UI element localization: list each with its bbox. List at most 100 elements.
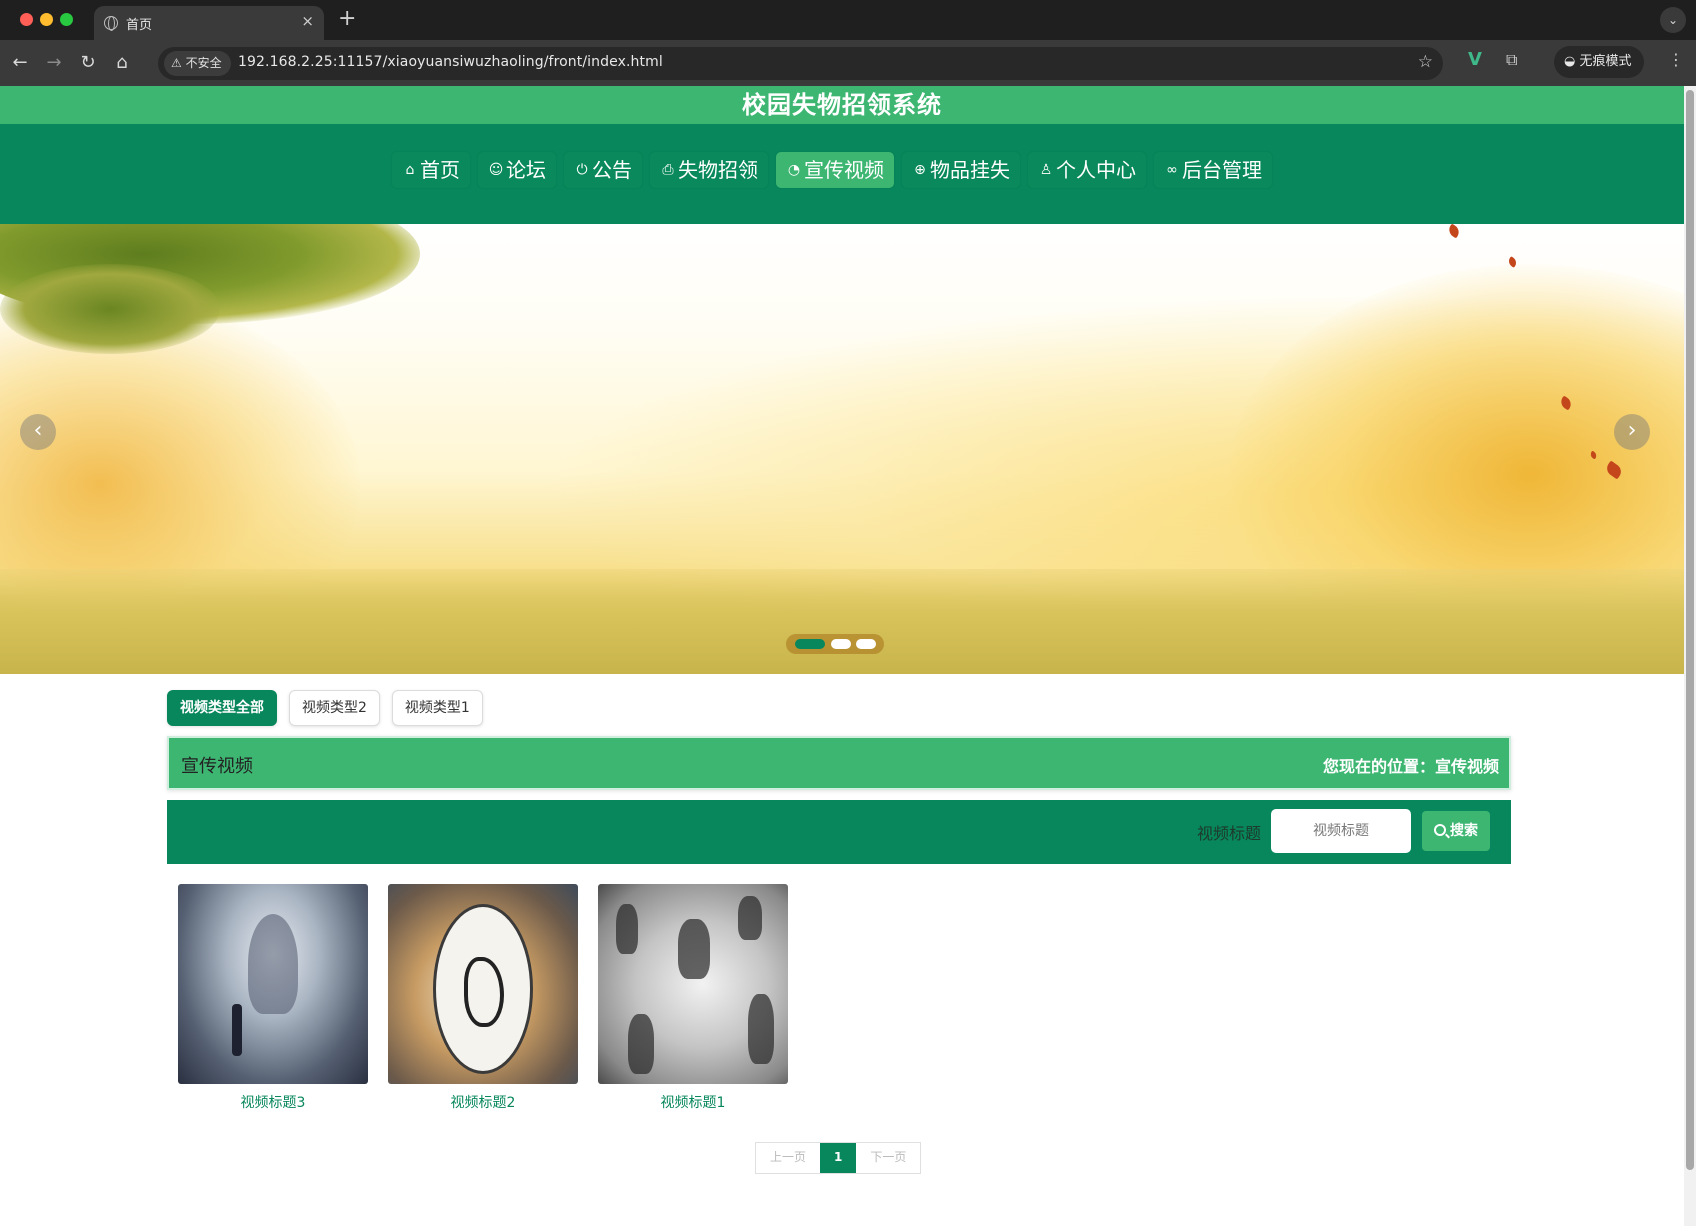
- video-title[interactable]: 视频标题2: [388, 1092, 578, 1112]
- nav-item-home[interactable]: ⌂ 首页: [392, 152, 470, 188]
- window-maximize-button[interactable]: [60, 13, 73, 26]
- link-icon: ∞: [1166, 162, 1178, 178]
- site-header: 校园失物招领系统: [0, 86, 1684, 124]
- nav-item-label: 后台管理: [1182, 158, 1262, 182]
- nav-item-label: 论坛: [506, 158, 546, 182]
- carousel-prev-arrow-icon[interactable]: ‹: [20, 414, 56, 450]
- carousel-indicators: [786, 634, 884, 654]
- video-thumbnail[interactable]: [178, 884, 368, 1084]
- browser-toolbar: ← → ↻ ⌂ ⚠ 不安全 192.168.2.25:11157/xiaoyua…: [0, 40, 1696, 86]
- nav-item-label: 个人中心: [1056, 158, 1136, 182]
- prev-page-button[interactable]: 上一页: [756, 1143, 821, 1173]
- hand-silhouette: [616, 904, 638, 954]
- video-list: 视频标题3 视频标题2 视频标题1: [178, 884, 788, 1112]
- hero-carousel[interactable]: ‹ ›: [0, 224, 1684, 674]
- video-thumbnail[interactable]: [388, 884, 578, 1084]
- nav-item-report-loss[interactable]: ⊕ 物品挂失: [902, 152, 1020, 188]
- video-card[interactable]: 视频标题1: [598, 884, 788, 1112]
- gauge-icon: ◔: [787, 162, 801, 178]
- nav-item-admin[interactable]: ∞ 后台管理: [1154, 152, 1272, 188]
- category-filter: 视频类型全部 视频类型2 视频类型1: [167, 690, 483, 726]
- nav-item-lost-found[interactable]: ⎙ 失物招领: [650, 152, 768, 188]
- hand-silhouette: [678, 919, 710, 979]
- pagination: 上一页 1 下一页: [755, 1142, 922, 1174]
- hand-silhouette: [628, 1014, 654, 1074]
- tab-search-chevron-icon[interactable]: ⌄: [1660, 7, 1686, 33]
- main-nav: ⌂ 首页 ☺ 论坛 ⏻ 公告 ⎙ 失物招领 ◔ 宣传视频 ⊕ 物品挂失 ♙ 个人中心 ∞ 后台管…: [0, 124, 1684, 224]
- ghost-figure: [248, 914, 298, 1014]
- carousel-dot[interactable]: [831, 639, 851, 649]
- banner-meadow: [0, 569, 1684, 674]
- globe-icon: [104, 16, 118, 31]
- video-card[interactable]: 视频标题3: [178, 884, 368, 1112]
- carousel-dot[interactable]: [795, 639, 825, 649]
- person-silhouette: [232, 1004, 242, 1056]
- vue-devtools-extension-icon[interactable]: V: [1468, 49, 1482, 70]
- carousel-next-arrow-icon[interactable]: ›: [1614, 414, 1650, 450]
- user-icon: ♙: [1039, 162, 1053, 178]
- nav-item-label: 宣传视频: [804, 158, 884, 182]
- nav-item-label: 失物招领: [678, 158, 758, 182]
- hand-silhouette: [738, 896, 762, 940]
- browser-tab[interactable]: 首页 ×: [94, 6, 324, 40]
- section-title: 宣传视频: [181, 756, 253, 777]
- power-icon: ⏻: [576, 162, 588, 178]
- forum-icon: ☺: [488, 162, 504, 178]
- url-text[interactable]: 192.168.2.25:11157/xiaoyuansiwuzhaoling/…: [238, 54, 663, 70]
- forward-arrow-icon[interactable]: →: [42, 51, 66, 75]
- category-type-2[interactable]: 视频类型2: [289, 690, 380, 726]
- search-input[interactable]: [1271, 809, 1411, 853]
- window-minimize-button[interactable]: [40, 13, 53, 26]
- browser-tab-bar: 首页 × + ⌄: [0, 0, 1696, 40]
- video-title[interactable]: 视频标题3: [178, 1092, 368, 1112]
- nav-item-forum[interactable]: ☺ 论坛: [478, 152, 556, 188]
- tab-title: 首页: [126, 18, 153, 33]
- search-button[interactable]: 搜索: [1422, 811, 1490, 851]
- breadcrumb: 您现在的位置：宣传视频: [1322, 757, 1499, 776]
- video-card[interactable]: 视频标题2: [388, 884, 578, 1112]
- nav-item-label: 公告: [592, 158, 632, 182]
- site-title: 校园失物招领系统: [742, 91, 942, 119]
- nav-item-profile[interactable]: ♙ 个人中心: [1028, 152, 1146, 188]
- nav-item-label: 首页: [420, 158, 460, 182]
- tab-close-icon[interactable]: ×: [301, 12, 314, 30]
- warning-icon: ⚠: [171, 56, 182, 70]
- nav-item-label: 物品挂失: [930, 158, 1010, 182]
- search-label: 视频标题: [1197, 824, 1262, 843]
- page-number-button[interactable]: 1: [820, 1143, 857, 1173]
- printer-icon: ⎙: [662, 162, 674, 178]
- carousel-dot[interactable]: [856, 639, 876, 649]
- incognito-icon: ◒: [1564, 54, 1576, 69]
- next-page-button[interactable]: 下一页: [856, 1143, 921, 1173]
- scrollbar-thumb[interactable]: [1686, 90, 1694, 1170]
- hand-silhouette: [748, 994, 774, 1064]
- page-viewport: 校园失物招领系统 ⌂ 首页 ☺ 论坛 ⏻ 公告 ⎙ 失物招领 ◔ 宣传视频 ⊕ 物品挂失 ♙…: [0, 86, 1684, 1226]
- emblem-disc: [433, 904, 533, 1074]
- search-button-label: 搜索: [1450, 823, 1478, 839]
- falling-leaf: [1446, 224, 1462, 239]
- back-arrow-icon[interactable]: ←: [8, 51, 32, 75]
- browser-menu-icon[interactable]: ⋮: [1668, 50, 1684, 69]
- security-chip[interactable]: ⚠ 不安全: [164, 51, 231, 76]
- incognito-badge[interactable]: ◒ 无痕模式: [1554, 46, 1644, 78]
- category-all[interactable]: 视频类型全部: [167, 690, 277, 726]
- bookmark-star-icon[interactable]: ☆: [1418, 52, 1433, 72]
- video-title[interactable]: 视频标题1: [598, 1092, 788, 1112]
- extensions-puzzle-icon[interactable]: ⧉: [1506, 50, 1517, 70]
- reload-icon[interactable]: ↻: [76, 51, 100, 75]
- window-close-button[interactable]: [20, 13, 33, 26]
- address-bar[interactable]: ⚠ 不安全 192.168.2.25:11157/xiaoyuansiwuzha…: [158, 47, 1443, 80]
- home-icon[interactable]: ⌂: [110, 51, 134, 75]
- nav-item-notice[interactable]: ⏻ 公告: [564, 152, 642, 188]
- nav-item-promo-video[interactable]: ◔ 宣传视频: [776, 152, 894, 188]
- nav-list: ⌂ 首页 ☺ 论坛 ⏻ 公告 ⎙ 失物招领 ◔ 宣传视频 ⊕ 物品挂失 ♙ 个人中心 ∞ 后台管…: [392, 152, 1272, 188]
- emblem-mark: [464, 957, 504, 1027]
- page-scrollbar[interactable]: [1684, 86, 1696, 1226]
- search-icon: [1434, 824, 1446, 836]
- category-type-1[interactable]: 视频类型1: [391, 690, 483, 726]
- home-icon: ⌂: [405, 162, 415, 178]
- video-thumbnail[interactable]: [598, 884, 788, 1084]
- new-tab-button[interactable]: +: [338, 6, 356, 31]
- globe-icon: ⊕: [914, 162, 926, 178]
- search-bar: 视频标题 搜索: [167, 800, 1511, 864]
